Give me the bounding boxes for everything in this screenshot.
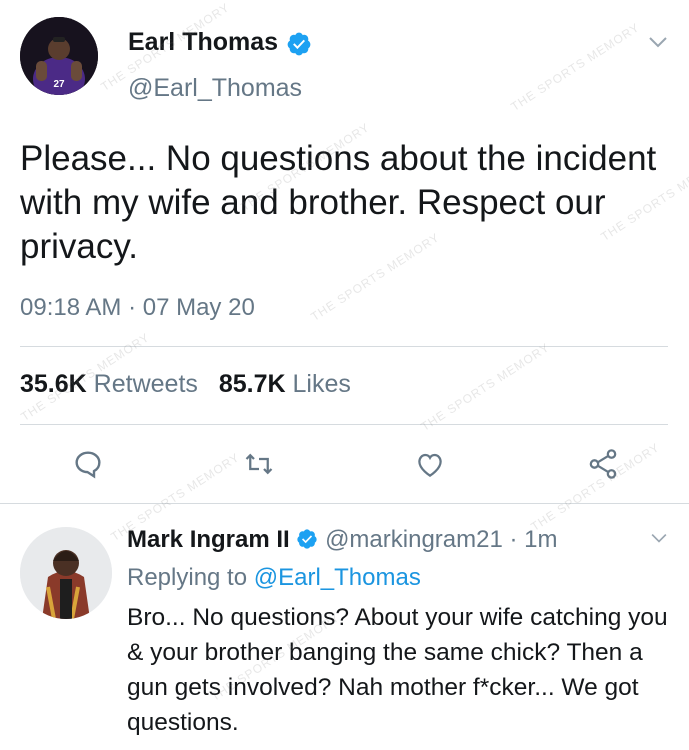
- player-photo: 27: [20, 17, 98, 95]
- retweets-stat[interactable]: 35.6K Retweets: [20, 370, 198, 398]
- watermark: THE SPORTS MEMORY: [418, 340, 553, 434]
- heart-icon[interactable]: [414, 450, 446, 480]
- jersey-number: 27: [53, 79, 65, 90]
- tweet-timestamp[interactable]: 09:18 AM · 07 May 20: [20, 294, 255, 322]
- divider: [20, 346, 668, 347]
- reply-author-avatar[interactable]: [20, 527, 112, 619]
- verified-badge-icon: [297, 529, 318, 549]
- reply-author-name[interactable]: Mark Ingram II: [127, 526, 290, 553]
- likes-label: Likes: [292, 370, 351, 398]
- reply-text: Bro... No questions? About your wife cat…: [127, 604, 668, 736]
- reply-header: Mark Ingram II @markingram21 · 1m: [127, 526, 558, 554]
- replying-to-prefix: Replying to: [127, 564, 248, 591]
- author-name-row: Earl Thomas: [128, 28, 312, 57]
- divider: [0, 503, 689, 504]
- retweets-label: Retweets: [93, 370, 198, 398]
- author-handle[interactable]: @Earl_Thomas: [128, 74, 302, 103]
- likes-count: 85.7K: [218, 370, 286, 398]
- separator-dot: ·: [509, 526, 518, 553]
- share-icon[interactable]: [586, 447, 620, 481]
- retweets-count: 35.6K: [20, 370, 87, 398]
- reply-author-photo: [20, 527, 112, 619]
- engagement-stats: 35.6K Retweets 85.7K Likes: [20, 370, 351, 399]
- replying-to-mention[interactable]: @Earl_Thomas: [254, 564, 421, 591]
- chevron-down-icon[interactable]: [650, 532, 668, 544]
- watermark: THE SPORTS MEMORY: [508, 20, 643, 114]
- verified-badge-icon: [287, 32, 310, 56]
- author-name[interactable]: Earl Thomas: [128, 28, 278, 56]
- reply-author-handle[interactable]: @markingram21: [325, 526, 503, 553]
- likes-stat[interactable]: 85.7K Likes: [219, 370, 351, 398]
- tweet-text: Please... No questions about the inciden…: [20, 139, 657, 266]
- divider: [20, 424, 668, 425]
- author-avatar[interactable]: 27: [20, 17, 98, 95]
- replying-to: Replying to @Earl_Thomas: [127, 564, 421, 592]
- chevron-down-icon[interactable]: [648, 35, 668, 49]
- comment-icon[interactable]: [72, 448, 104, 480]
- retweet-icon[interactable]: [243, 449, 275, 479]
- reply-time[interactable]: 1m: [524, 526, 557, 553]
